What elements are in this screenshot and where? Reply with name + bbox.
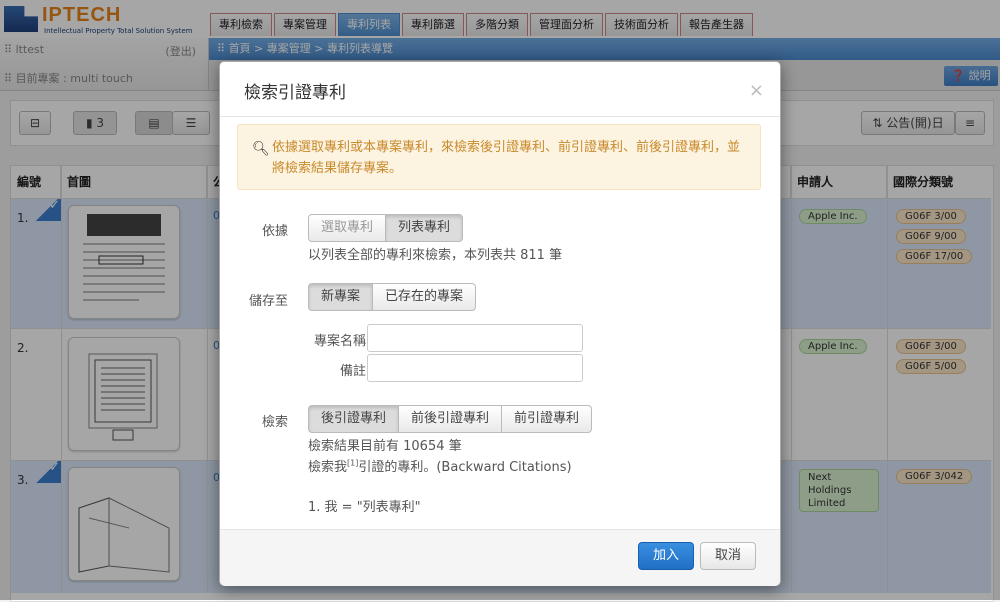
divider [220, 116, 780, 117]
basis-selected-patents-button[interactable]: 選取專利 [308, 214, 387, 242]
search-icon: 🔍︎ [252, 141, 270, 157]
add-button[interactable]: 加入 [638, 542, 694, 570]
note-label: 備註 [339, 364, 366, 379]
cancel-button[interactable]: 取消 [700, 542, 756, 570]
save-existing-project-button[interactable]: 已存在的專案 [372, 283, 477, 311]
save-to-label: 儲存至 [248, 294, 288, 309]
basis-list-patents-button[interactable]: 列表專利 [385, 214, 464, 242]
search-type-label: 檢索 [261, 415, 288, 430]
search-query: 1. 我 = "列表專利" [308, 500, 421, 515]
backward-citations-button[interactable]: 後引證專利 [308, 405, 400, 433]
dialog-footer: 加入 取消 [220, 529, 780, 586]
save-to-toggle-group: 新專案 已存在的專案 [308, 283, 477, 311]
project-name-label: 專案名稱 [313, 334, 366, 349]
basis-toggle-group: 選取專利 列表專利 [308, 214, 464, 242]
search-type-toggle-group: 後引證專利 前後引證專利 前引證專利 [308, 405, 593, 433]
project-name-input[interactable] [367, 324, 583, 352]
note-input[interactable] [367, 354, 583, 382]
basis-help-text: 以列表全部的專利來檢索，本列表共 811 筆 [308, 248, 563, 263]
info-alert: 🔍︎ 依據選取專利或本專案專利，來檢索後引證專利、前引證專利、前後引證專利，並將… [237, 124, 761, 190]
dialog-title: 檢索引證專利 [244, 83, 346, 103]
both-citations-button[interactable]: 前後引證專利 [398, 405, 503, 433]
close-icon[interactable]: × [749, 80, 764, 101]
save-new-project-button[interactable]: 新專案 [308, 283, 374, 311]
search-result-count: 檢索結果目前有 10654 筆 [308, 439, 462, 454]
citation-search-dialog: 檢索引證專利 × 🔍︎ 依據選取專利或本專案專利，來檢索後引證專利、前引證專利、… [219, 61, 781, 586]
search-description: 檢索我[1]引證的專利。(Backward Citations) [308, 458, 572, 475]
forward-citations-button[interactable]: 前引證專利 [501, 405, 593, 433]
alert-text: 依據選取專利或本專案專利，來檢索後引證專利、前引證專利、前後引證專利，並將檢索結… [272, 140, 741, 176]
basis-label: 依據 [261, 224, 288, 239]
